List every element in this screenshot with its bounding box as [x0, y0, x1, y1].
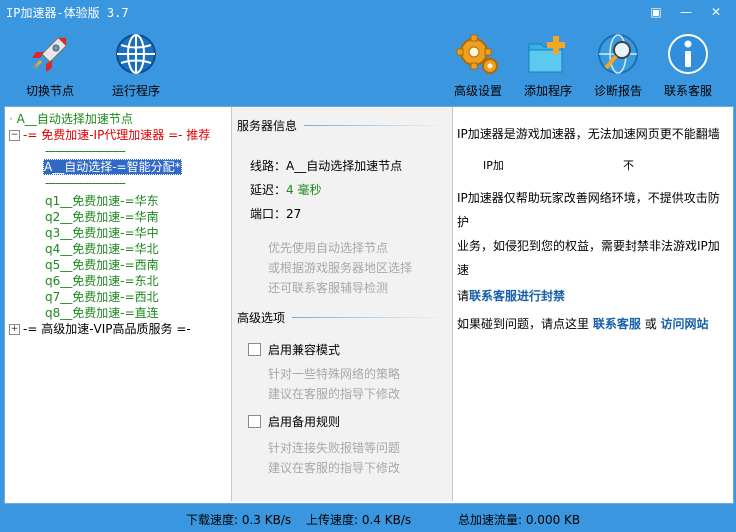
- notice-panel: IP加速器是游戏加速器，无法加速网页更不能翻墙 IP加 不 IP加速器仅帮助玩家…: [453, 107, 733, 501]
- switch-node-button[interactable]: 切换节点: [14, 30, 86, 102]
- route-label: 线路：: [250, 159, 287, 173]
- tree-item-label: A__自动选择加速节点: [16, 112, 133, 126]
- backup-rules-label[interactable]: 启用备用规则: [268, 413, 340, 430]
- advanced-settings-label: 高级设置: [453, 84, 502, 98]
- notice-text: 请: [457, 289, 470, 303]
- minimize-button[interactable]: —: [676, 3, 696, 21]
- tree-group-label: -= 高级加速-VIP高品质服务 =-: [23, 322, 191, 336]
- hint-text: 针对连接失败报错等问题: [268, 441, 401, 455]
- tree-group-vip[interactable]: + -= 高级加速-VIP高品质服务 =-: [9, 321, 191, 337]
- expand-icon[interactable]: +: [9, 324, 20, 335]
- tree-item-auto[interactable]: · A__自动选择加速节点: [9, 111, 133, 127]
- route-row: 线路：A__自动选择加速节点: [250, 157, 402, 174]
- gear-icon: [456, 34, 498, 74]
- notice-line: 如果碰到问题，请点这里 联系客服 或 访问网站: [457, 315, 709, 332]
- magnifier-globe-icon: [598, 34, 638, 74]
- section-divider: [304, 125, 444, 126]
- title-bar: IP加速器-体验版 3.7 ▣ — ✕: [0, 0, 736, 24]
- latency-value: 4 毫秒: [286, 183, 322, 197]
- total-traffic: 总加速流量: 0.000 KB: [458, 513, 581, 527]
- diagnose-report-button[interactable]: 诊断报告: [582, 30, 654, 102]
- backup-rules-checkbox[interactable]: [248, 415, 261, 428]
- contact-ban-link[interactable]: 联系客服进行封禁: [469, 289, 565, 303]
- node-tree[interactable]: · A__自动选择加速节点 − -= 免费加速-IP代理加速器 =- 推荐 ---…: [5, 107, 232, 501]
- port-row: 端口：27: [250, 205, 301, 222]
- tree-item-node[interactable]: q5__免费加速-=西南: [45, 257, 159, 273]
- latency-label: 延迟：: [250, 183, 287, 197]
- contact-support-button[interactable]: 联系客服: [652, 30, 724, 102]
- advanced-title: 高级选项: [237, 311, 286, 325]
- tree-separator: ------------------------: [45, 144, 126, 158]
- notice-line: 速: [457, 263, 470, 277]
- hint-text: 优先使用自动选择节点: [268, 241, 389, 255]
- notice-line: IP加速器仅帮助玩家改善网络环境，不提供攻击防: [457, 191, 720, 205]
- hint-text: 针对一些特殊网络的策略: [268, 367, 401, 381]
- port-value: 27: [286, 207, 302, 221]
- notice-line: 请联系客服进行封禁: [457, 287, 565, 304]
- tree-item-auto-smart[interactable]: A__自动选择-=智能分配*: [43, 159, 182, 175]
- main-panel: · A__自动选择加速节点 − -= 免费加速-IP代理加速器 =- 推荐 ---…: [4, 106, 734, 504]
- tree-item-node[interactable]: q8__免费加速-=直连: [45, 305, 159, 321]
- compat-mode-checkbox[interactable]: [248, 343, 261, 356]
- collapse-icon[interactable]: −: [9, 130, 20, 141]
- mini-mode-icon[interactable]: ▣: [646, 3, 666, 21]
- hint-text: 或根据游戏服务器地区选择: [268, 261, 413, 275]
- route-value: A__自动选择加速节点: [286, 159, 403, 173]
- contact-support-label: 联系客服: [663, 84, 712, 98]
- notice-line: 业务，如侵犯到您的权益，需要封禁非法游戏IP加: [457, 239, 720, 253]
- tree-item-node[interactable]: q1__免费加速-=华东: [45, 193, 159, 209]
- compat-mode-label[interactable]: 启用兼容模式: [268, 341, 340, 358]
- switch-node-label: 切换节点: [25, 84, 74, 98]
- notice-text: 如果碰到问题，请点这里: [457, 317, 590, 331]
- add-program-label: 添加程序: [523, 84, 572, 98]
- notice-line: 不: [623, 159, 634, 172]
- hint-text: 建议在客服的指导下修改: [268, 387, 401, 401]
- notice-line: IP加: [483, 159, 504, 172]
- visit-website-link[interactable]: 访问网站: [661, 317, 709, 331]
- add-program-button[interactable]: 添加程序: [512, 30, 584, 102]
- info-icon: [668, 34, 708, 74]
- run-program-label: 运行程序: [111, 84, 160, 98]
- server-info-title: 服务器信息: [237, 119, 298, 133]
- tree-separator: ------------------------: [45, 176, 126, 190]
- folder-add-icon: [528, 36, 565, 73]
- status-bar: 下载速度: 0.3 KB/s 上传速度: 0.4 KB/s 总加速流量: 0.0…: [0, 504, 736, 532]
- advanced-settings-button[interactable]: 高级设置: [442, 30, 514, 102]
- window-title: IP加速器-体验版 3.7: [6, 6, 129, 20]
- diagnose-report-label: 诊断报告: [593, 84, 642, 98]
- port-label: 端口：: [250, 207, 287, 221]
- tree-item-node[interactable]: q6__免费加速-=东北: [45, 273, 159, 289]
- run-program-button[interactable]: 运行程序: [100, 30, 172, 102]
- hint-text: 建议在客服的指导下修改: [268, 461, 401, 475]
- tree-item-node[interactable]: q4__免费加速-=华北: [45, 241, 159, 257]
- tree-group-label: -= 免费加速-IP代理加速器 =- 推荐: [23, 128, 211, 142]
- tree-item-node[interactable]: q3__免费加速-=华中: [45, 225, 159, 241]
- server-info-panel: 服务器信息 线路：A__自动选择加速节点 延迟：4 毫秒 端口：27 优先使用自…: [232, 107, 453, 501]
- app-window: IP加速器-体验版 3.7 ▣ — ✕ 切换节点 运行程序 高级设置 添加程序 …: [0, 0, 736, 532]
- rocket-icon: [32, 37, 67, 72]
- notice-line: IP加速器是游戏加速器，无法加速网页更不能翻墙: [457, 127, 720, 141]
- notice-line: 护: [457, 215, 470, 229]
- tree-group-free[interactable]: − -= 免费加速-IP代理加速器 =- 推荐: [9, 127, 210, 143]
- tree-item-node[interactable]: q7__免费加速-=西北: [45, 289, 159, 305]
- toolbar: 切换节点 运行程序 高级设置 添加程序 诊断报告 联系客服: [0, 24, 736, 104]
- notice-text: 或: [644, 317, 657, 331]
- globe-icon: [116, 34, 156, 74]
- download-speed: 下载速度: 0.3 KB/s: [186, 513, 292, 527]
- tree-item-node[interactable]: q2__免费加速-=华南: [45, 209, 159, 225]
- latency-row: 延迟：4 毫秒: [250, 181, 321, 198]
- tree-item-label: A__自动选择-=智能分配*: [43, 159, 182, 175]
- upload-speed: 上传速度: 0.4 KB/s: [306, 513, 412, 527]
- contact-support-link[interactable]: 联系客服: [593, 317, 641, 331]
- close-button[interactable]: ✕: [706, 3, 726, 21]
- hint-text: 还可联系客服辅导检测: [268, 281, 389, 295]
- section-divider: [292, 317, 444, 318]
